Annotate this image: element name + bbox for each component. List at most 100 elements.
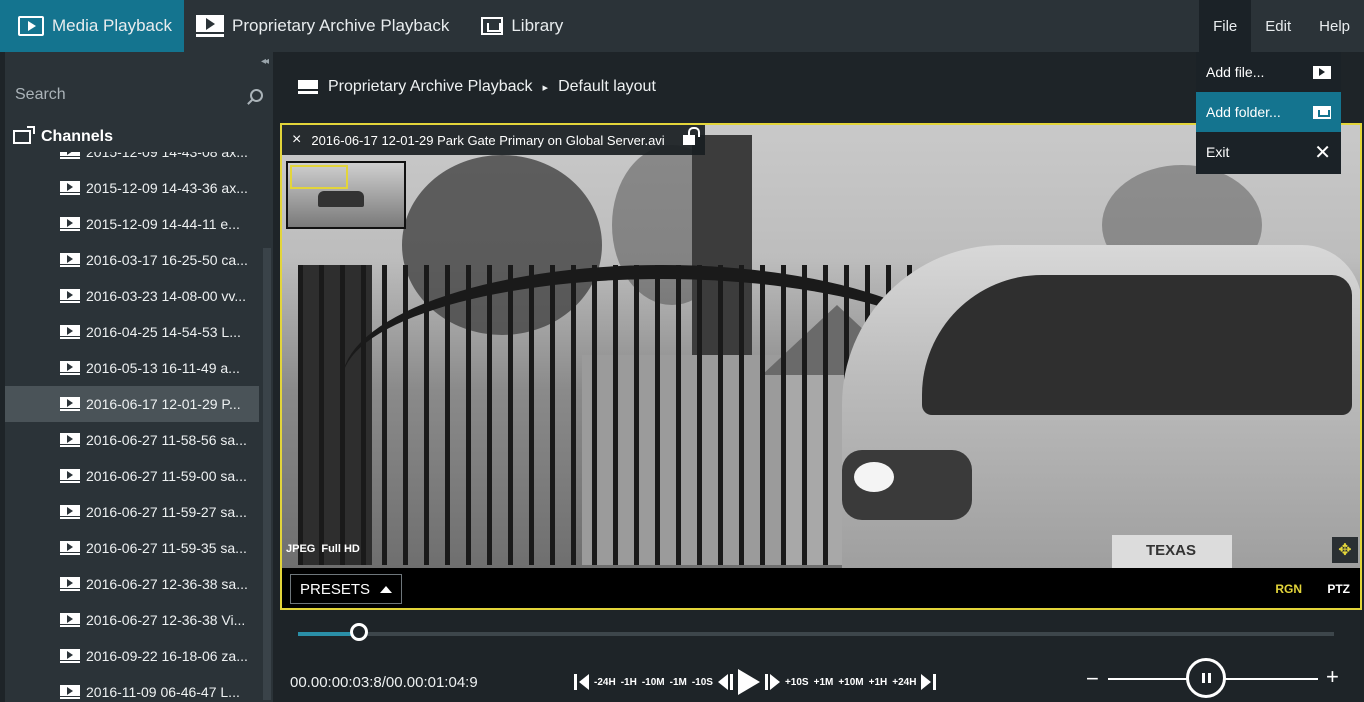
sidebar-scrollbar[interactable]: [263, 248, 271, 700]
menu-file[interactable]: File: [1199, 0, 1252, 52]
rgn-button[interactable]: RGN: [1275, 582, 1302, 596]
presets-button[interactable]: PRESETS: [290, 574, 402, 604]
speed-down-button[interactable]: −: [1086, 666, 1099, 692]
list-item-label: 2016-06-27 12-36-38 Vi...: [86, 612, 246, 628]
pause-button[interactable]: [1186, 658, 1226, 698]
step-fwd-10m[interactable]: +10M: [838, 677, 863, 688]
channel-list: 2015-12-09 14-43-08 ax... 2015-12-09 14-4…: [5, 152, 259, 702]
list-item-label: 2016-05-13 16-11-49 a...: [86, 360, 240, 376]
list-item[interactable]: 2016-04-25 14-54-53 L...: [5, 314, 259, 350]
video-viewer[interactable]: TEXAS × 2016-06-17 12-01-29 Park Gate Pr…: [280, 123, 1362, 610]
film-icon: [60, 649, 80, 663]
search-input[interactable]: Search: [5, 80, 273, 110]
list-item[interactable]: 2015-12-09 14-43-36 ax...: [5, 170, 259, 206]
search-icon[interactable]: [250, 88, 263, 102]
list-item[interactable]: 2016-06-27 12-36-38 Vi...: [5, 602, 259, 638]
search-placeholder: Search: [15, 86, 66, 103]
archive-icon: [298, 80, 318, 94]
unlock-icon[interactable]: [682, 127, 700, 145]
list-item[interactable]: 2016-06-27 11-59-35 sa...: [5, 530, 259, 566]
list-item[interactable]: 2016-06-27 11-59-00 sa...: [5, 458, 259, 494]
list-item[interactable]: 2016-06-27 12-36-38 sa...: [5, 566, 259, 602]
step-fwd-10s[interactable]: +10S: [785, 677, 809, 688]
list-item[interactable]: 2015-12-09 14-43-08 ax...: [5, 152, 259, 170]
tab-media-playback[interactable]: Media Playback: [0, 0, 185, 52]
list-item-label: 2016-06-27 11-58-56 sa...: [86, 432, 247, 448]
ptz-button[interactable]: PTZ: [1327, 582, 1350, 596]
film-icon: [60, 505, 80, 519]
close-viewer-icon[interactable]: ×: [292, 131, 301, 149]
menu-item-label: Exit: [1206, 144, 1230, 160]
film-icon: [60, 253, 80, 267]
list-item[interactable]: 2016-03-23 14-08-00 vv...: [5, 278, 259, 314]
list-item-label: 2016-04-25 14-54-53 L...: [86, 324, 241, 340]
step-fwd-1h[interactable]: +1H: [869, 677, 888, 688]
menu-item-add-file[interactable]: Add file...: [1196, 52, 1341, 92]
film-icon: [60, 152, 80, 159]
license-plate-text: TEXAS: [1146, 542, 1197, 559]
timeline-track[interactable]: [298, 632, 1334, 636]
collapse-sidebar-icon[interactable]: ◂◂: [261, 56, 269, 67]
close-icon: ✕: [1314, 141, 1331, 164]
list-item[interactable]: 2016-06-27 11-59-27 sa...: [5, 494, 259, 530]
list-item-label: 2015-12-09 14-43-08 ax...: [86, 152, 248, 160]
menu-help[interactable]: Help: [1305, 0, 1364, 52]
go-to-end-button[interactable]: [921, 674, 937, 690]
step-back-24h[interactable]: -24H: [594, 677, 616, 688]
list-item-label: 2016-06-27 11-59-00 sa...: [86, 468, 247, 484]
tab-archive-playback[interactable]: Proprietary Archive Playback: [184, 0, 461, 52]
list-item-label: 2016-11-09 06-46-47 L...: [86, 684, 240, 700]
list-item[interactable]: 2016-06-27 11-58-56 sa...: [5, 422, 259, 458]
step-back-10m[interactable]: -10M: [642, 677, 665, 688]
menu-bar: File Edit Help: [1199, 0, 1364, 52]
tab-library[interactable]: Library: [461, 0, 575, 52]
breadcrumb-archive[interactable]: Proprietary Archive Playback: [328, 78, 533, 96]
go-to-start-button[interactable]: [574, 674, 589, 690]
list-item[interactable]: 2016-06-17 12-01-29 P...: [5, 386, 259, 422]
transport-controls: -24H -1H -10M -1M -10S +10S +1M +10M +1H…: [574, 668, 937, 696]
zoom-region-marker[interactable]: [290, 165, 348, 189]
list-item-label: 2016-06-27 11-59-27 sa...: [86, 504, 247, 520]
list-item[interactable]: 2016-05-13 16-11-49 a...: [5, 350, 259, 386]
channels-title: Channels: [41, 128, 114, 145]
breadcrumb-layout[interactable]: Default layout: [558, 78, 656, 96]
step-fwd-24h[interactable]: +24H: [892, 677, 916, 688]
list-item-label: 2016-03-23 14-08-00 vv...: [86, 288, 247, 304]
media-playback-icon: [18, 16, 44, 36]
tab-label: Media Playback: [52, 16, 173, 35]
breadcrumb-separator-icon: ▸: [542, 81, 549, 94]
caret-up-icon: [380, 585, 393, 593]
top-bar: Media Playback Proprietary Archive Playb…: [0, 0, 1364, 52]
step-fwd-1m[interactable]: +1M: [814, 677, 834, 688]
step-back-10s[interactable]: -10S: [692, 677, 713, 688]
play-button[interactable]: [737, 669, 760, 695]
menu-edit[interactable]: Edit: [1251, 0, 1305, 52]
timeline-handle[interactable]: [350, 623, 369, 641]
viewer-bottom-bar: PRESETS RGN PTZ: [282, 568, 1360, 608]
list-item[interactable]: 2015-12-09 14-44-11 e...: [5, 206, 259, 242]
breadcrumb: Proprietary Archive Playback ▸ Default l…: [298, 78, 656, 96]
pause-icon: [1201, 673, 1205, 683]
menu-item-add-folder[interactable]: Add folder...: [1196, 92, 1341, 132]
library-icon: [481, 17, 504, 35]
list-item[interactable]: 2016-11-09 06-46-47 L...: [5, 674, 259, 702]
frame-back-button[interactable]: [717, 674, 733, 690]
list-item-label: 2016-06-17 12-01-29 P...: [86, 396, 241, 412]
ptz-move-icon[interactable]: ✥: [1332, 537, 1358, 563]
list-item[interactable]: 2016-03-17 16-25-50 ca...: [5, 242, 259, 278]
menu-item-exit[interactable]: Exit ✕: [1196, 132, 1341, 172]
step-back-1h[interactable]: -1H: [621, 677, 637, 688]
frame-forward-button[interactable]: [764, 674, 780, 690]
speed-up-button[interactable]: +: [1326, 664, 1339, 690]
film-icon: [60, 361, 80, 375]
film-icon: [60, 433, 80, 447]
list-item-label: 2016-06-27 12-36-38 sa...: [86, 576, 248, 592]
channels-header[interactable]: Channels: [13, 126, 114, 146]
film-icon: [1313, 65, 1331, 79]
step-back-1m[interactable]: -1M: [670, 677, 687, 688]
film-icon: [60, 325, 80, 339]
list-item[interactable]: 2016-09-22 16-18-06 za...: [5, 638, 259, 674]
overview-thumbnail[interactable]: [286, 161, 406, 229]
resolution-label: Full HD: [321, 543, 360, 555]
folder-icon: [1313, 105, 1331, 119]
